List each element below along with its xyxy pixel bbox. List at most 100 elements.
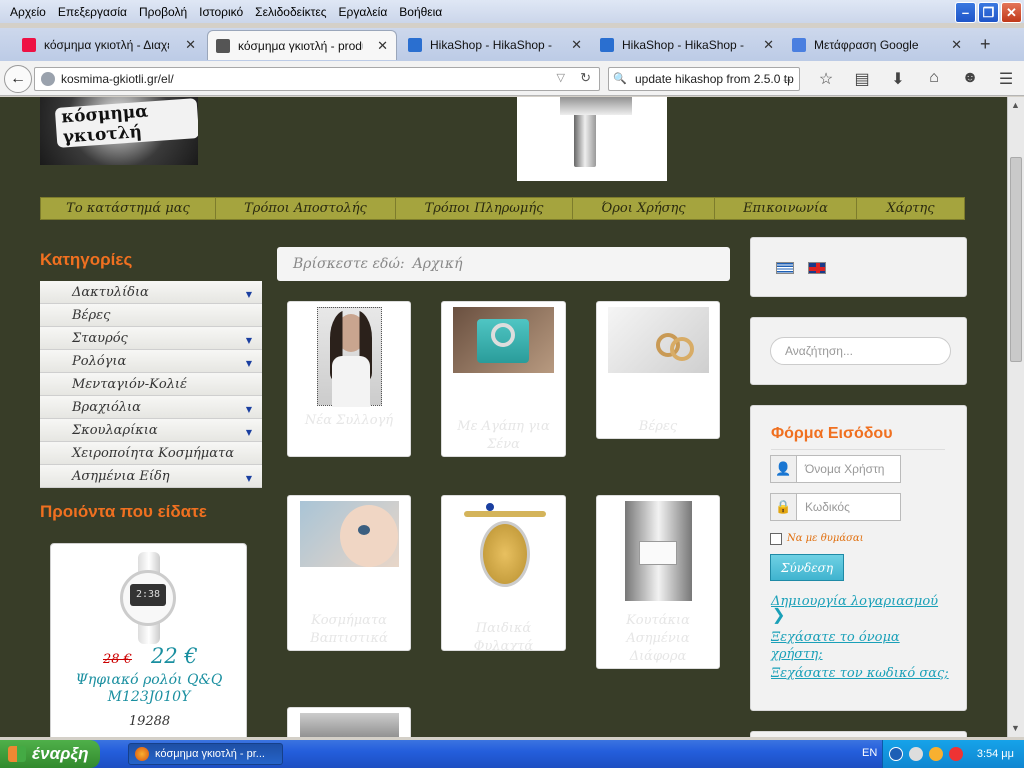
site-search-input[interactable]: Αναζήτηση... [770, 337, 951, 365]
product-label[interactable]: Κοσμήματα Βαπτιστικά [292, 612, 406, 648]
username-field[interactable]: 👤 Όνομα Χρήστη [770, 455, 901, 483]
start-button[interactable]: έναρξη [0, 740, 100, 768]
product-card-with-love[interactable]: Με Αγάπη για Σένα [441, 301, 566, 457]
tray-arrow-icon[interactable] [889, 747, 903, 761]
category-pendants[interactable]: Μενταγιόν-Κολιέ [40, 373, 262, 396]
smiley-icon[interactable]: ☻ [952, 69, 988, 89]
category-wedding-rings[interactable]: Βέρες [40, 304, 262, 327]
menu-file[interactable]: Αρχείο [4, 5, 52, 19]
nav-store[interactable]: Το κατάστημά μας [41, 198, 216, 219]
product-image-partial[interactable] [300, 713, 399, 737]
product-name-link[interactable]: Ψηφιακό ρολόι Q&Q M123J010Y [61, 672, 237, 706]
new-tab-button[interactable]: + [980, 34, 991, 55]
submenu-arrow-icon: ▼ [245, 290, 252, 299]
submenu-arrow-icon: ▼ [245, 359, 252, 368]
menu-icon[interactable]: ☰ [988, 69, 1024, 89]
watch-image[interactable]: 2:38 [116, 552, 180, 644]
product-card-silver-boxes[interactable]: Κουτάκια Ασημένια Διάφορα [596, 495, 720, 669]
remember-me-label[interactable]: Να με θυμάσαι [787, 533, 864, 544]
close-tab-icon[interactable]: ✕ [951, 37, 962, 53]
search-bar[interactable]: 🔍 update hikashop from 2.5.0 tp → [608, 67, 800, 91]
nav-payment[interactable]: Τρόποι Πληρωμής [396, 198, 573, 219]
reading-list-icon[interactable]: ▤ [844, 69, 880, 89]
tab-hikashop-1[interactable]: HikaShop - HikaShop - To... ✕ [400, 30, 590, 60]
tray-app-icon[interactable] [929, 747, 943, 761]
scrollbar-thumb[interactable] [1010, 157, 1022, 362]
product-card-partial[interactable] [287, 707, 411, 737]
create-account-link[interactable]: Δημιουργία λογαριασμού [771, 593, 938, 610]
close-window-button[interactable]: ✕ [1001, 2, 1022, 23]
login-button[interactable]: Σύνδεση [770, 554, 844, 581]
ring-box-image[interactable] [453, 307, 554, 373]
scroll-down-icon[interactable]: ▼ [1011, 723, 1020, 733]
menu-bookmarks[interactable]: Σελιδοδείκτες [249, 5, 332, 19]
search-engine-icon[interactable]: 🔍 [613, 72, 629, 86]
nav-map[interactable]: Χάρτης [857, 198, 964, 219]
category-earrings[interactable]: Σκουλαρίκια ▼ [40, 419, 262, 442]
search-go-icon[interactable]: → [781, 71, 793, 85]
site-logo[interactable]: κόσμημα γκιοτλή [40, 97, 198, 165]
forgot-username-link[interactable]: Ξεχάσατε το όνομα χρήστη; [771, 629, 921, 663]
product-card-wedding-rings[interactable]: Βέρες [596, 301, 720, 439]
breadcrumb-home[interactable]: Αρχική [413, 256, 463, 272]
nav-shipping[interactable]: Τρόποι Αποστολής [216, 198, 396, 219]
charm-image[interactable] [454, 501, 554, 593]
forgot-password-link[interactable]: Ξεχάσατε τον κωδικό σας; [771, 665, 949, 682]
security-icon[interactable] [949, 747, 963, 761]
taskbar-firefox-window[interactable]: κόσμημα γκιοτλή - pr... [128, 743, 283, 765]
bookmark-star-icon[interactable]: ☆ [808, 69, 844, 89]
remember-me-checkbox[interactable] [770, 533, 782, 545]
category-bracelets[interactable]: Βραχιόλια ▼ [40, 396, 262, 419]
product-label[interactable]: Βέρες [601, 418, 715, 436]
english-flag-icon[interactable] [808, 262, 826, 274]
address-bar[interactable]: kosmima-gkiotli.gr/el/ ▽ ↻ [34, 67, 600, 91]
product-label[interactable]: Κουτάκια Ασημένια Διάφορα [601, 612, 715, 666]
restore-button[interactable]: ❐ [978, 2, 999, 23]
close-tab-icon[interactable]: ✕ [763, 37, 774, 53]
category-watches[interactable]: Ρολόγια ▼ [40, 350, 262, 373]
tab-google-translate[interactable]: Μετάφραση Google ✕ [784, 30, 970, 60]
network-icon[interactable] [909, 747, 923, 761]
back-button[interactable]: ← [4, 65, 32, 93]
product-label[interactable]: Με Αγάπη για Σένα [446, 418, 561, 454]
category-rings[interactable]: Δακτυλίδια ▼ [40, 281, 262, 304]
category-handmade[interactable]: Χειροποίητα Κοσμήματα [40, 442, 262, 465]
product-label[interactable]: Παιδικά Φυλαχτά [446, 620, 561, 650]
close-tab-icon[interactable]: ✕ [185, 37, 196, 53]
home-icon[interactable]: ⌂ [916, 69, 952, 89]
wedding-rings-image[interactable] [608, 307, 709, 373]
vertical-scrollbar[interactable]: ▲ ▼ [1007, 97, 1024, 737]
minimize-button[interactable]: – [955, 2, 976, 23]
baby-image[interactable] [300, 501, 399, 567]
product-card-baptism[interactable]: Κοσμήματα Βαπτιστικά [287, 495, 411, 651]
scroll-up-icon[interactable]: ▲ [1011, 100, 1020, 110]
close-tab-icon[interactable]: ✕ [571, 37, 582, 53]
nav-terms[interactable]: Όροι Χρήσης [573, 198, 715, 219]
viewed-product-card[interactable]: 2:38 28 € 22 € Ψηφιακό ρολόι Q&Q M123J01… [50, 543, 247, 737]
category-crosses[interactable]: Σταυρός ▼ [40, 327, 262, 350]
woman-image[interactable] [317, 307, 382, 407]
close-tab-icon[interactable]: ✕ [377, 38, 388, 54]
silver-box-image[interactable] [625, 501, 692, 601]
greek-flag-icon[interactable] [776, 262, 794, 274]
product-label[interactable]: Νέα Συλλογή [292, 412, 406, 430]
menu-help[interactable]: Βοήθεια [393, 5, 448, 19]
tab-hikashop-2[interactable]: HikaShop - HikaShop - Ne... ✕ [592, 30, 782, 60]
password-field[interactable]: 🔒 Κωδικός [770, 493, 901, 521]
category-silver[interactable]: Ασημένια Είδη ▼ [40, 465, 262, 488]
product-card-kids-charms[interactable]: Παιδικά Φυλαχτά [441, 495, 566, 651]
nav-contact[interactable]: Επικοινωνία [715, 198, 857, 219]
window-controls: – ❐ ✕ [955, 2, 1022, 23]
dropdown-arrow-icon[interactable]: ▽ [557, 71, 565, 84]
menu-history[interactable]: Ιστορικό [193, 5, 249, 19]
product-card-new-collection[interactable]: Νέα Συλλογή [287, 301, 411, 457]
menu-edit[interactable]: Επεξεργασία [52, 5, 133, 19]
menu-view[interactable]: Προβολή [133, 5, 193, 19]
tab-admin[interactable]: κόσμημα γκιοτλή - Διαχεί... ✕ [14, 30, 204, 60]
reload-icon[interactable]: ↻ [580, 70, 591, 86]
downloads-icon[interactable]: ⬇ [880, 69, 916, 89]
language-indicator[interactable]: EN [862, 747, 877, 759]
tab-product[interactable]: κόσμημα γκιοτλή - produ... ✕ [207, 30, 397, 60]
logo-text: κόσμημα γκιοτλή [54, 98, 198, 148]
menu-tools[interactable]: Εργαλεία [333, 5, 394, 19]
